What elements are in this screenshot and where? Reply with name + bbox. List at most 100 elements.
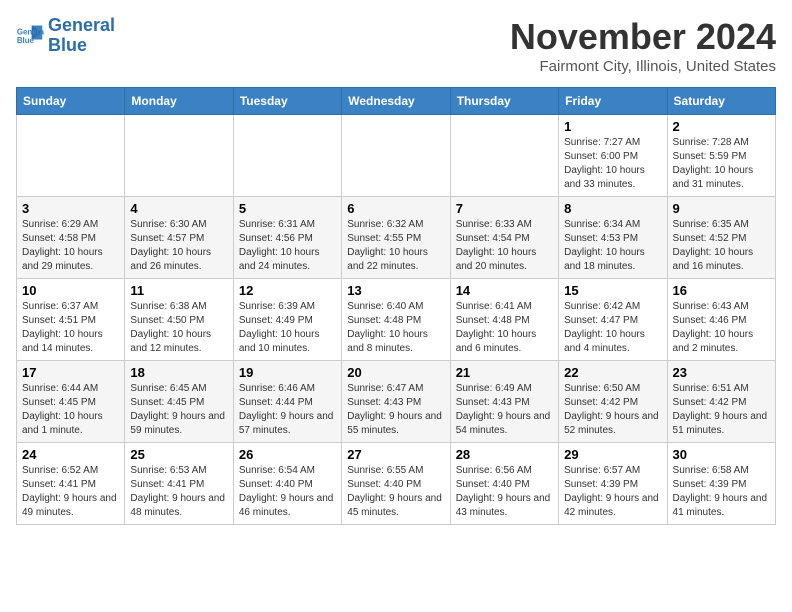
calendar-cell: 15 Sunrise: 6:42 AM Sunset: 4:47 PM Dayli… xyxy=(559,279,667,361)
location-subtitle: Fairmont City, Illinois, United States xyxy=(510,58,776,75)
calendar-cell: 18 Sunrise: 6:45 AM Sunset: 4:45 PM Dayli… xyxy=(125,361,233,443)
calendar-cell: 10 Sunrise: 6:37 AM Sunset: 4:51 PM Dayli… xyxy=(17,279,125,361)
calendar-cell: 16 Sunrise: 6:43 AM Sunset: 4:46 PM Dayli… xyxy=(667,279,775,361)
calendar-cell: 21Sunrise: 6:49 AM Sunset: 4:43 PM Dayli… xyxy=(450,361,558,443)
day-number: 10 xyxy=(22,283,119,298)
calendar-cell: 6 Sunrise: 6:32 AM Sunset: 4:55 PM Daylig… xyxy=(342,197,450,279)
day-info: Sunrise: 7:27 AM Sunset: 6:00 PM Dayligh… xyxy=(564,136,661,192)
calendar-cell: 11 Sunrise: 6:38 AM Sunset: 4:50 PM Dayli… xyxy=(125,279,233,361)
day-number: 28 xyxy=(456,447,553,462)
title-area: November 2024 Fairmont City, Illinois, U… xyxy=(510,16,776,75)
day-info: Sunrise: 6:37 AM Sunset: 4:51 PM Dayligh… xyxy=(22,300,119,356)
calendar-cell: 4 Sunrise: 6:30 AM Sunset: 4:57 PM Daylig… xyxy=(125,197,233,279)
header-wednesday: Wednesday xyxy=(342,88,450,115)
calendar-week-1: 1Sunrise: 7:27 AM Sunset: 6:00 PM Daylig… xyxy=(17,115,776,197)
day-number: 27 xyxy=(347,447,444,462)
logo-line2: Blue xyxy=(48,36,115,56)
logo-icon: General Blue xyxy=(16,22,44,50)
calendar-cell: 7Sunrise: 6:33 AM Sunset: 4:54 PM Daylig… xyxy=(450,197,558,279)
day-info: Sunrise: 6:30 AM Sunset: 4:57 PM Dayligh… xyxy=(130,218,227,274)
header-tuesday: Tuesday xyxy=(233,88,341,115)
calendar-week-4: 17 Sunrise: 6:44 AM Sunset: 4:45 PM Dayli… xyxy=(17,361,776,443)
header-monday: Monday xyxy=(125,88,233,115)
calendar-cell: 29 Sunrise: 6:57 AM Sunset: 4:39 PM Dayli… xyxy=(559,443,667,525)
day-number: 3 xyxy=(22,201,119,216)
page-header: General Blue General Blue November 2024 … xyxy=(16,16,776,75)
calendar-cell: 24 Sunrise: 6:52 AM Sunset: 4:41 PM Dayli… xyxy=(17,443,125,525)
calendar-cell: 12 Sunrise: 6:39 AM Sunset: 4:49 PM Dayli… xyxy=(233,279,341,361)
svg-text:Blue: Blue xyxy=(17,36,35,45)
calendar-table: SundayMondayTuesdayWednesdayThursdayFrid… xyxy=(16,87,776,525)
day-info: Sunrise: 6:54 AM Sunset: 4:40 PM Dayligh… xyxy=(239,464,336,520)
day-number: 18 xyxy=(130,365,227,380)
calendar-cell: 23 Sunrise: 6:51 AM Sunset: 4:42 PM Dayli… xyxy=(667,361,775,443)
day-info: Sunrise: 6:51 AM Sunset: 4:42 PM Dayligh… xyxy=(673,382,770,438)
day-number: 8 xyxy=(564,201,661,216)
calendar-cell: 2Sunrise: 7:28 AM Sunset: 5:59 PM Daylig… xyxy=(667,115,775,197)
svg-text:General: General xyxy=(17,27,44,36)
calendar-cell: 9Sunrise: 6:35 AM Sunset: 4:52 PM Daylig… xyxy=(667,197,775,279)
calendar-cell: 8Sunrise: 6:34 AM Sunset: 4:53 PM Daylig… xyxy=(559,197,667,279)
calendar-cell: 20 Sunrise: 6:47 AM Sunset: 4:43 PM Dayli… xyxy=(342,361,450,443)
logo-text: General Blue xyxy=(48,16,115,56)
calendar-cell: 30 Sunrise: 6:58 AM Sunset: 4:39 PM Dayli… xyxy=(667,443,775,525)
month-title: November 2024 xyxy=(510,16,776,58)
calendar-cell: 26 Sunrise: 6:54 AM Sunset: 4:40 PM Dayli… xyxy=(233,443,341,525)
day-number: 14 xyxy=(456,283,553,298)
day-number: 15 xyxy=(564,283,661,298)
calendar-cell: 19 Sunrise: 6:46 AM Sunset: 4:44 PM Dayli… xyxy=(233,361,341,443)
day-info: Sunrise: 6:45 AM Sunset: 4:45 PM Dayligh… xyxy=(130,382,227,438)
day-info: Sunrise: 6:33 AM Sunset: 4:54 PM Dayligh… xyxy=(456,218,553,274)
day-number: 23 xyxy=(673,365,770,380)
day-info: Sunrise: 6:43 AM Sunset: 4:46 PM Dayligh… xyxy=(673,300,770,356)
day-info: Sunrise: 6:55 AM Sunset: 4:40 PM Dayligh… xyxy=(347,464,444,520)
day-number: 17 xyxy=(22,365,119,380)
calendar-cell xyxy=(125,115,233,197)
calendar-cell: 17 Sunrise: 6:44 AM Sunset: 4:45 PM Dayli… xyxy=(17,361,125,443)
day-info: Sunrise: 6:31 AM Sunset: 4:56 PM Dayligh… xyxy=(239,218,336,274)
day-number: 20 xyxy=(347,365,444,380)
day-number: 4 xyxy=(130,201,227,216)
day-number: 24 xyxy=(22,447,119,462)
day-info: Sunrise: 6:32 AM Sunset: 4:55 PM Dayligh… xyxy=(347,218,444,274)
day-info: Sunrise: 6:40 AM Sunset: 4:48 PM Dayligh… xyxy=(347,300,444,356)
calendar-cell: 3 Sunrise: 6:29 AM Sunset: 4:58 PM Daylig… xyxy=(17,197,125,279)
day-info: Sunrise: 6:41 AM Sunset: 4:48 PM Dayligh… xyxy=(456,300,553,356)
day-info: Sunrise: 6:57 AM Sunset: 4:39 PM Dayligh… xyxy=(564,464,661,520)
calendar-cell: 25Sunrise: 6:53 AM Sunset: 4:41 PM Dayli… xyxy=(125,443,233,525)
day-number: 12 xyxy=(239,283,336,298)
day-number: 25 xyxy=(130,447,227,462)
day-info: Sunrise: 6:52 AM Sunset: 4:41 PM Dayligh… xyxy=(22,464,119,520)
day-number: 6 xyxy=(347,201,444,216)
header-sunday: Sunday xyxy=(17,88,125,115)
header-thursday: Thursday xyxy=(450,88,558,115)
day-number: 5 xyxy=(239,201,336,216)
day-number: 26 xyxy=(239,447,336,462)
day-number: 16 xyxy=(673,283,770,298)
day-info: Sunrise: 6:56 AM Sunset: 4:40 PM Dayligh… xyxy=(456,464,553,520)
day-info: Sunrise: 6:46 AM Sunset: 4:44 PM Dayligh… xyxy=(239,382,336,438)
day-info: Sunrise: 6:39 AM Sunset: 4:49 PM Dayligh… xyxy=(239,300,336,356)
day-info: Sunrise: 6:29 AM Sunset: 4:58 PM Dayligh… xyxy=(22,218,119,274)
day-info: Sunrise: 6:47 AM Sunset: 4:43 PM Dayligh… xyxy=(347,382,444,438)
day-number: 29 xyxy=(564,447,661,462)
calendar-cell: 1Sunrise: 7:27 AM Sunset: 6:00 PM Daylig… xyxy=(559,115,667,197)
header-friday: Friday xyxy=(559,88,667,115)
day-info: Sunrise: 6:58 AM Sunset: 4:39 PM Dayligh… xyxy=(673,464,770,520)
calendar-cell: 27 Sunrise: 6:55 AM Sunset: 4:40 PM Dayli… xyxy=(342,443,450,525)
day-number: 9 xyxy=(673,201,770,216)
day-number: 30 xyxy=(673,447,770,462)
logo-line1: General xyxy=(48,16,115,36)
day-number: 13 xyxy=(347,283,444,298)
header-saturday: Saturday xyxy=(667,88,775,115)
calendar-cell xyxy=(342,115,450,197)
day-info: Sunrise: 6:49 AM Sunset: 4:43 PM Dayligh… xyxy=(456,382,553,438)
day-info: Sunrise: 7:28 AM Sunset: 5:59 PM Dayligh… xyxy=(673,136,770,192)
day-info: Sunrise: 6:38 AM Sunset: 4:50 PM Dayligh… xyxy=(130,300,227,356)
day-info: Sunrise: 6:44 AM Sunset: 4:45 PM Dayligh… xyxy=(22,382,119,438)
day-number: 11 xyxy=(130,283,227,298)
calendar-week-2: 3 Sunrise: 6:29 AM Sunset: 4:58 PM Daylig… xyxy=(17,197,776,279)
day-number: 19 xyxy=(239,365,336,380)
day-info: Sunrise: 6:42 AM Sunset: 4:47 PM Dayligh… xyxy=(564,300,661,356)
calendar-cell: 5 Sunrise: 6:31 AM Sunset: 4:56 PM Daylig… xyxy=(233,197,341,279)
